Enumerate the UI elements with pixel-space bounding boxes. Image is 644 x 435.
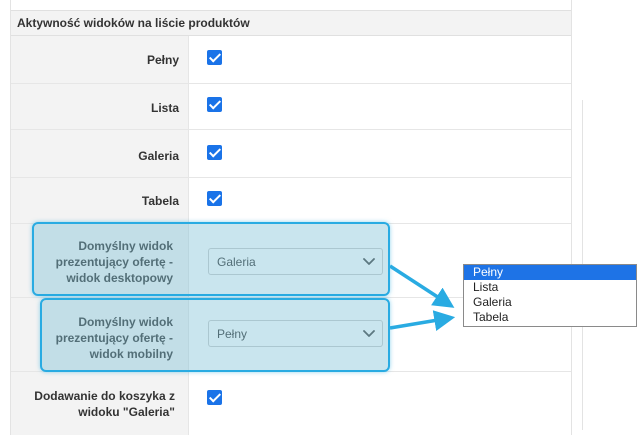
annotation-arrows xyxy=(389,264,456,331)
dropdown-option-table[interactable]: Tabela xyxy=(464,310,636,325)
view-options-dropdown[interactable]: Pełny Lista Galeria Tabela xyxy=(463,264,637,327)
dropdown-option-full[interactable]: Pełny xyxy=(464,265,636,280)
arrow-icon xyxy=(389,264,455,308)
arrow-icon xyxy=(389,310,456,331)
dropdown-option-list[interactable]: Lista xyxy=(464,280,636,295)
dropdown-option-gallery[interactable]: Galeria xyxy=(464,295,636,310)
